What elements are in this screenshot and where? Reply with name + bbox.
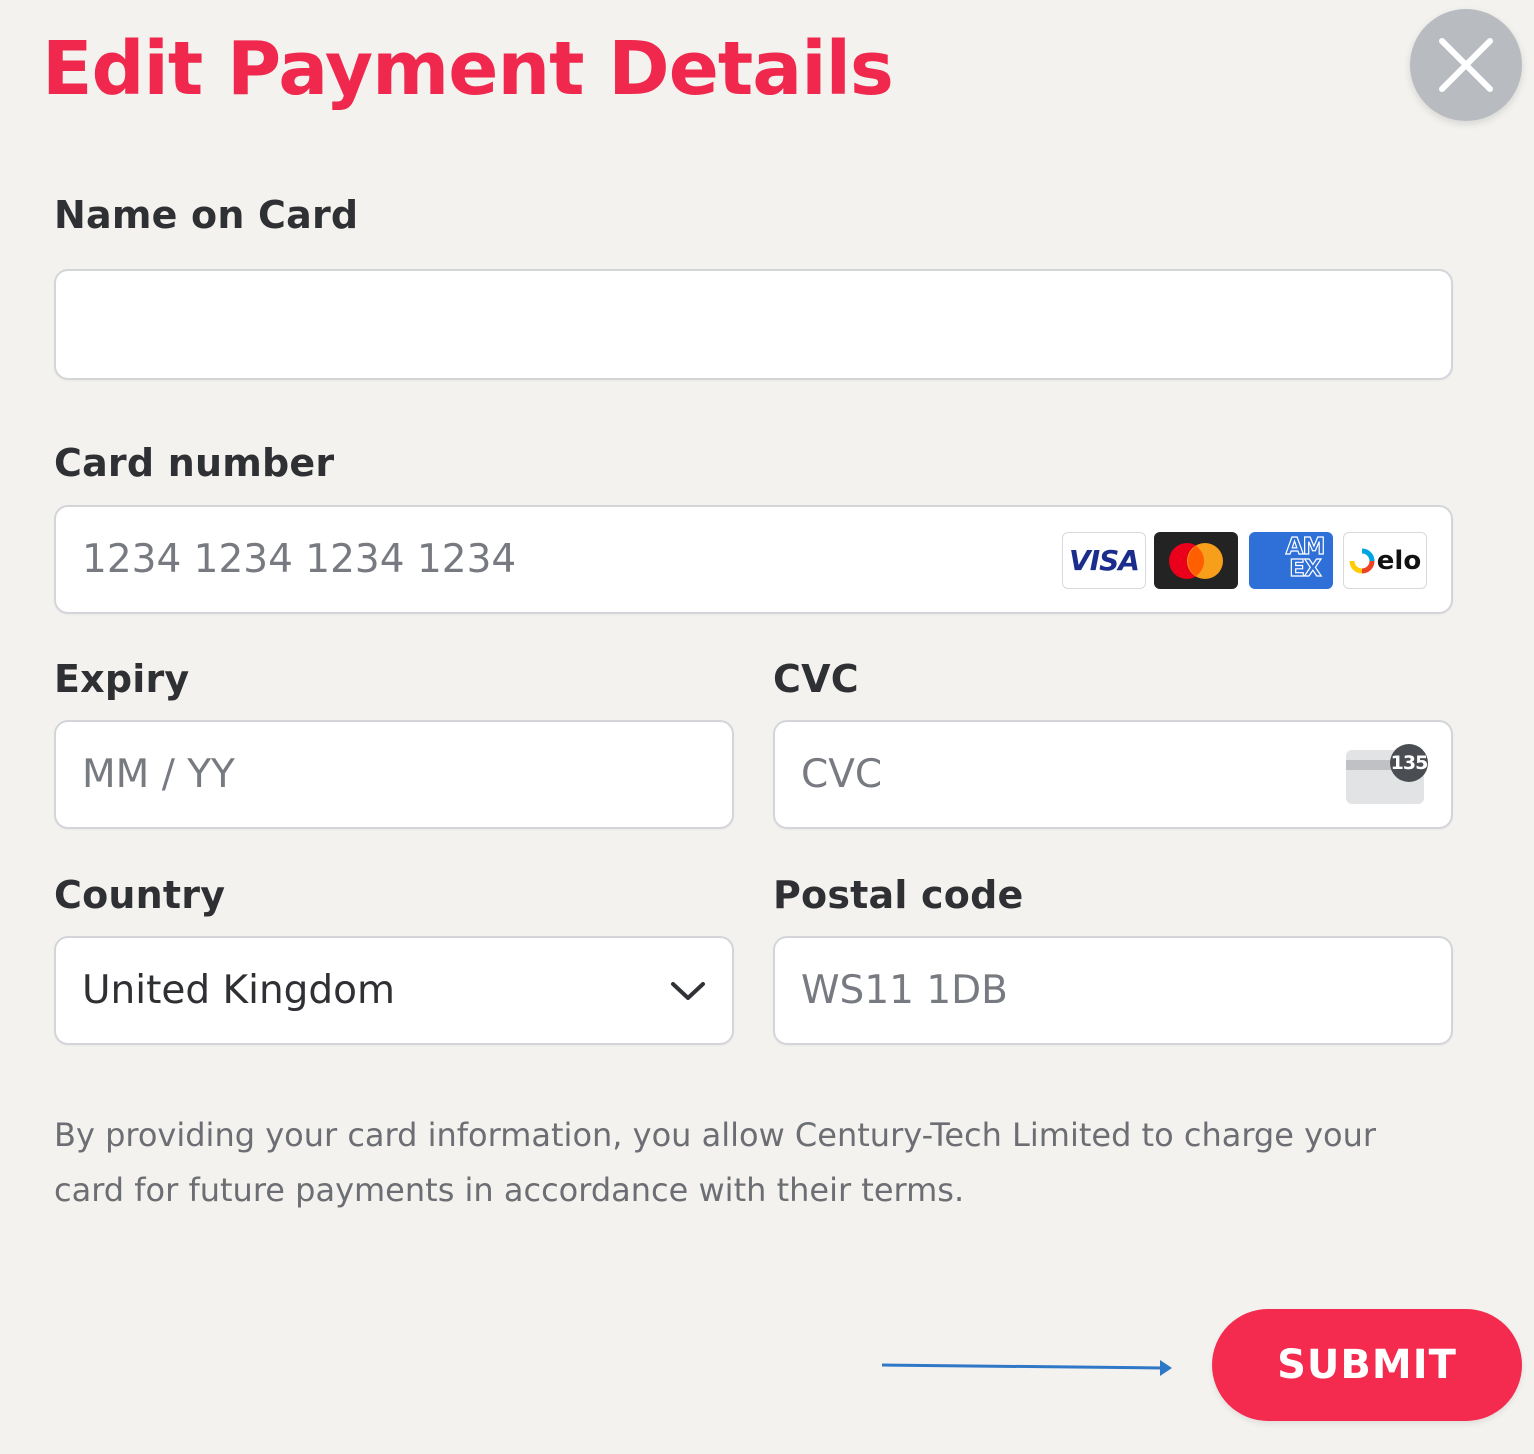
- mastercard-icon: [1154, 532, 1238, 589]
- cvc-card-icon: 135: [1346, 744, 1428, 804]
- visa-icon: VISA: [1062, 532, 1146, 589]
- name-on-card-label: Name on Card: [54, 193, 359, 237]
- amex-icon: AM EX: [1249, 532, 1333, 589]
- postal-code-input[interactable]: [775, 938, 1451, 1043]
- cvc-input[interactable]: [775, 722, 1315, 827]
- elo-text: elo: [1376, 545, 1422, 576]
- arrow-annotation-icon: [881, 1360, 1172, 1376]
- postal-code-label: Postal code: [773, 873, 1024, 917]
- elo-ring: [1349, 548, 1375, 573]
- card-number-label: Card number: [54, 441, 335, 485]
- cvc-badge: 135: [1390, 744, 1428, 782]
- card-number-field-container: VISA AM EX elo: [54, 505, 1453, 614]
- card-authorization-notice: By providing your card information, you …: [54, 1116, 1377, 1209]
- expiry-label: Expiry: [54, 657, 190, 701]
- visa-text: VISA: [1069, 544, 1140, 577]
- elo-icon: elo: [1343, 532, 1427, 589]
- country-label: Country: [54, 873, 226, 917]
- card-number-input[interactable]: [56, 507, 1036, 612]
- expiry-input[interactable]: [56, 722, 732, 827]
- cvc-field-container: 135: [773, 720, 1453, 829]
- name-on-card-input[interactable]: [56, 271, 1451, 378]
- dialog-title: Edit Payment Details: [42, 26, 894, 112]
- country-selected-value: United Kingdom: [82, 968, 396, 1013]
- close-button[interactable]: [1410, 9, 1522, 121]
- submit-button[interactable]: SUBMIT: [1212, 1309, 1522, 1421]
- expiry-field-container: [54, 720, 734, 829]
- close-x-icon: [1439, 38, 1493, 92]
- amex-text: AM EX: [1285, 534, 1326, 582]
- country-select[interactable]: United Kingdom: [54, 936, 734, 1045]
- chevron-down-icon: [671, 981, 705, 1000]
- mastercard-circles: [1169, 542, 1223, 579]
- cvc-badge-text: 135: [1390, 752, 1429, 774]
- cvc-label: CVC: [773, 657, 859, 701]
- postal-code-field-container: [773, 936, 1453, 1045]
- name-on-card-field-container: [54, 269, 1453, 380]
